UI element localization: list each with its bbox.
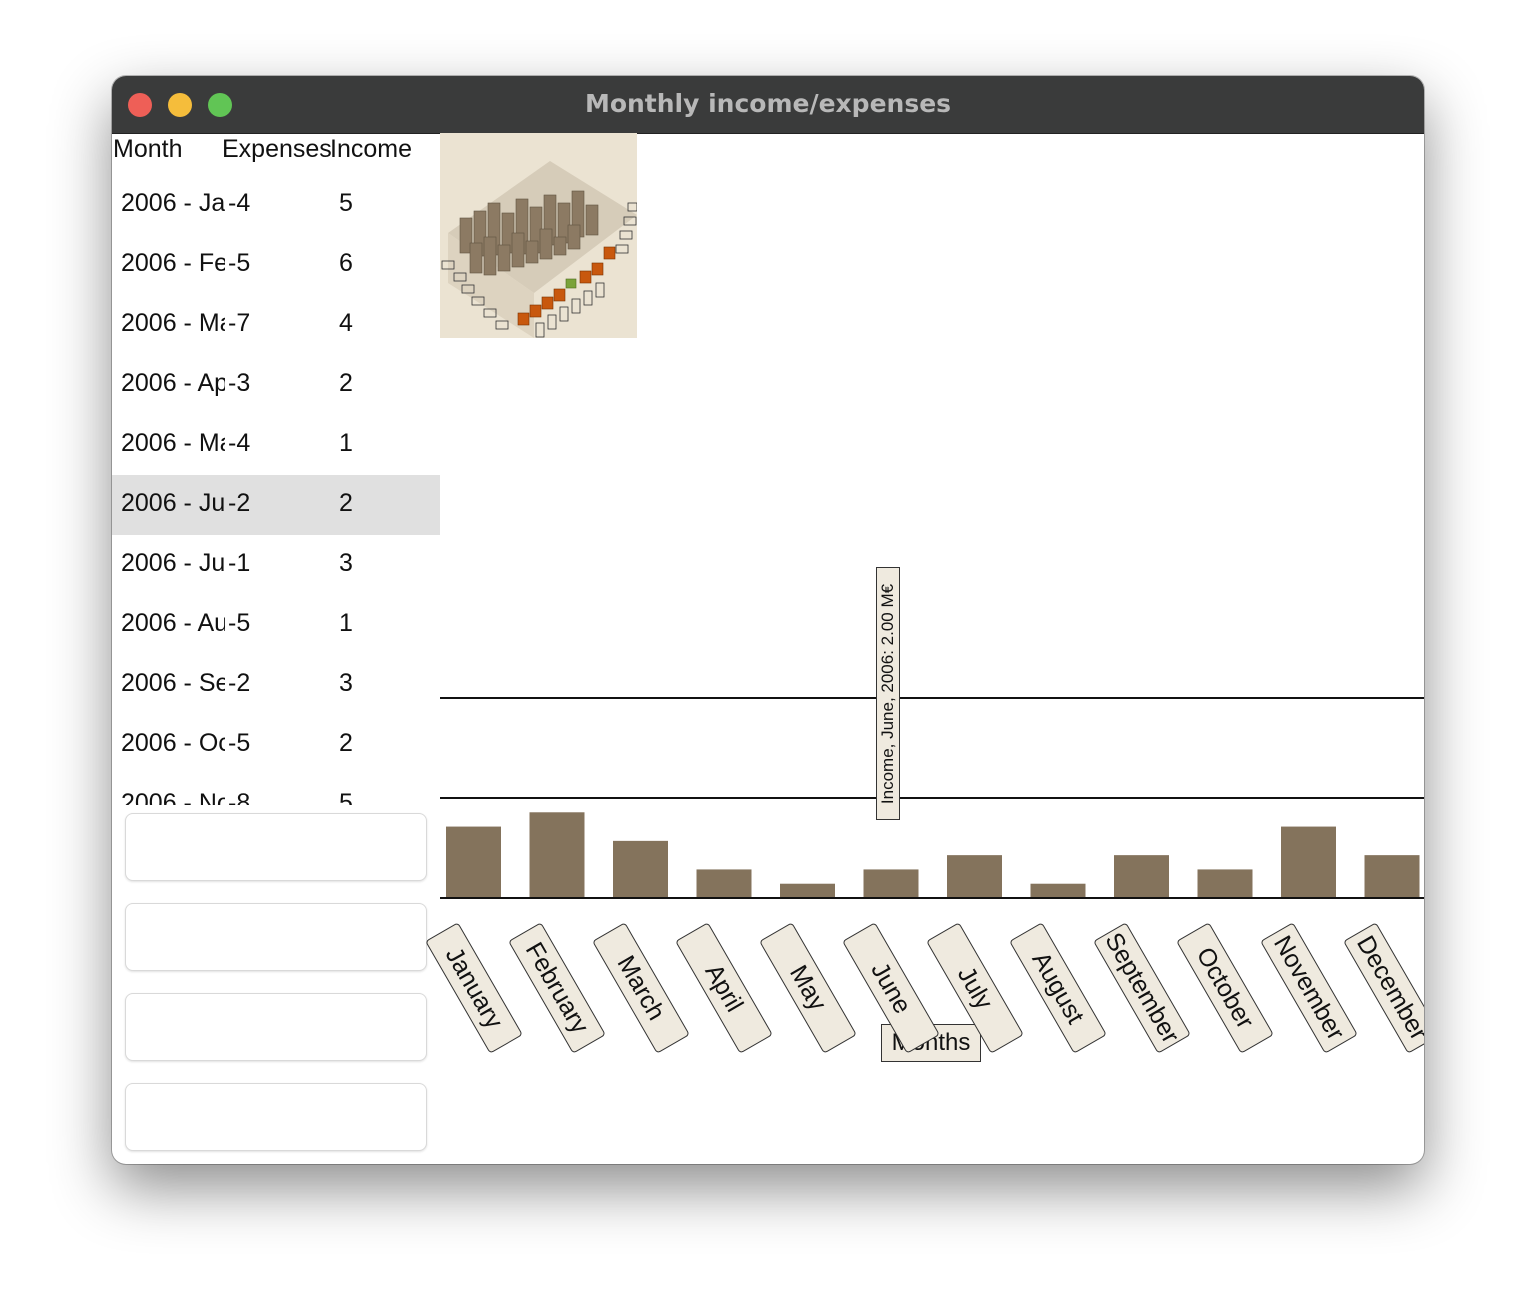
cell-income: 5 xyxy=(339,789,353,805)
cell-expenses: -4 xyxy=(228,189,251,217)
table-row[interactable]: 2006 - May-4 1 xyxy=(112,415,440,475)
table-row[interactable]: 2006 - February-5 6 xyxy=(112,235,440,295)
window-title: Monthly income/expenses xyxy=(584,89,952,118)
bar-november[interactable] xyxy=(1281,826,1336,898)
column-header-income[interactable]: Income xyxy=(330,135,412,165)
cell-month: 2006 - September xyxy=(121,669,225,697)
cell-income: 3 xyxy=(339,669,353,697)
cell-income: 2 xyxy=(339,729,353,757)
cell-month: 2006 - January xyxy=(121,189,225,217)
input-field-1[interactable] xyxy=(125,813,427,881)
input-field-4[interactable] xyxy=(125,1083,427,1151)
table-row[interactable]: 2006 - January-4 5 xyxy=(112,175,440,235)
bar-july[interactable] xyxy=(947,855,1002,898)
cell-income: 3 xyxy=(339,549,353,577)
table-row[interactable]: 2006 - March-7 4 xyxy=(112,295,440,355)
bar-march[interactable] xyxy=(613,840,668,898)
cell-month: 2006 - June xyxy=(121,489,225,517)
column-header-month[interactable]: Month xyxy=(113,135,182,165)
cell-income: 2 xyxy=(339,369,353,397)
cell-expenses: -4 xyxy=(228,429,251,457)
window-content: Month Expenses Income 2006 - January-452… xyxy=(112,133,1424,1164)
table-row[interactable]: 2006 - September-2 3 xyxy=(112,655,440,715)
cell-month: 2006 - August xyxy=(121,609,225,637)
cell-income: 4 xyxy=(339,309,353,337)
cell-month: 2006 - October xyxy=(121,729,225,757)
column-header-expenses[interactable]: Expenses xyxy=(222,135,332,165)
cell-income: 5 xyxy=(339,189,353,217)
bar-january[interactable] xyxy=(446,826,501,898)
bar-august[interactable] xyxy=(1030,883,1086,898)
cell-income: 6 xyxy=(339,249,353,277)
cell-month: 2006 - February xyxy=(121,249,225,277)
table-row[interactable]: 2006 - October-5 2 xyxy=(112,715,440,775)
cell-expenses: -8 xyxy=(228,789,251,805)
table-row[interactable]: 2006 - June-2 2 xyxy=(112,475,440,535)
cell-expenses: -1 xyxy=(228,549,251,577)
bar-february[interactable] xyxy=(529,812,585,898)
bar-june[interactable] xyxy=(863,869,919,898)
table-row[interactable]: 2006 - April-3 2 xyxy=(112,355,440,415)
cell-month: 2006 - April xyxy=(121,369,225,397)
bar-april[interactable] xyxy=(696,869,752,898)
bar-chart[interactable]: Months January February March April May June J… xyxy=(424,133,1424,1164)
data-table[interactable]: Month Expenses Income 2006 - January-452… xyxy=(112,133,440,805)
table-row[interactable]: 2006 - August-5 1 xyxy=(112,595,440,655)
cell-expenses: -3 xyxy=(228,369,251,397)
bar-september[interactable] xyxy=(1114,855,1169,898)
cell-expenses: -5 xyxy=(228,609,251,637)
cell-income: 1 xyxy=(339,429,353,457)
bar-december[interactable] xyxy=(1364,855,1420,898)
bar-october[interactable] xyxy=(1197,869,1253,898)
cell-expenses: -5 xyxy=(228,729,251,757)
cell-month: 2006 - November xyxy=(121,789,225,805)
input-field-2[interactable] xyxy=(125,903,427,971)
cell-income: 1 xyxy=(339,609,353,637)
bar-may[interactable] xyxy=(780,883,835,898)
table-body: 2006 - January-452006 - February-562006 … xyxy=(112,175,440,805)
table-row[interactable]: 2006 - July-1 3 xyxy=(112,535,440,595)
cell-month: 2006 - July xyxy=(121,549,225,577)
app-window: Monthly income/expenses Month Expenses I… xyxy=(112,76,1424,1164)
tooltip-text: Income, June, 2006: 2.00 M€ xyxy=(878,583,897,804)
cell-month: 2006 - May xyxy=(121,429,225,457)
cell-expenses: -2 xyxy=(228,489,251,517)
cell-month: 2006 - March xyxy=(121,309,225,337)
title-bar: Monthly income/expenses xyxy=(112,76,1424,134)
cell-income: 2 xyxy=(339,489,353,517)
cell-expenses: -7 xyxy=(228,309,251,337)
cell-expenses: -2 xyxy=(228,669,251,697)
input-field-3[interactable] xyxy=(125,993,427,1061)
table-row[interactable]: 2006 - November-8 5 xyxy=(112,775,440,805)
bar-value-tooltip: Income, June, 2006: 2.00 M€ xyxy=(876,567,900,820)
cell-expenses: -5 xyxy=(228,249,251,277)
